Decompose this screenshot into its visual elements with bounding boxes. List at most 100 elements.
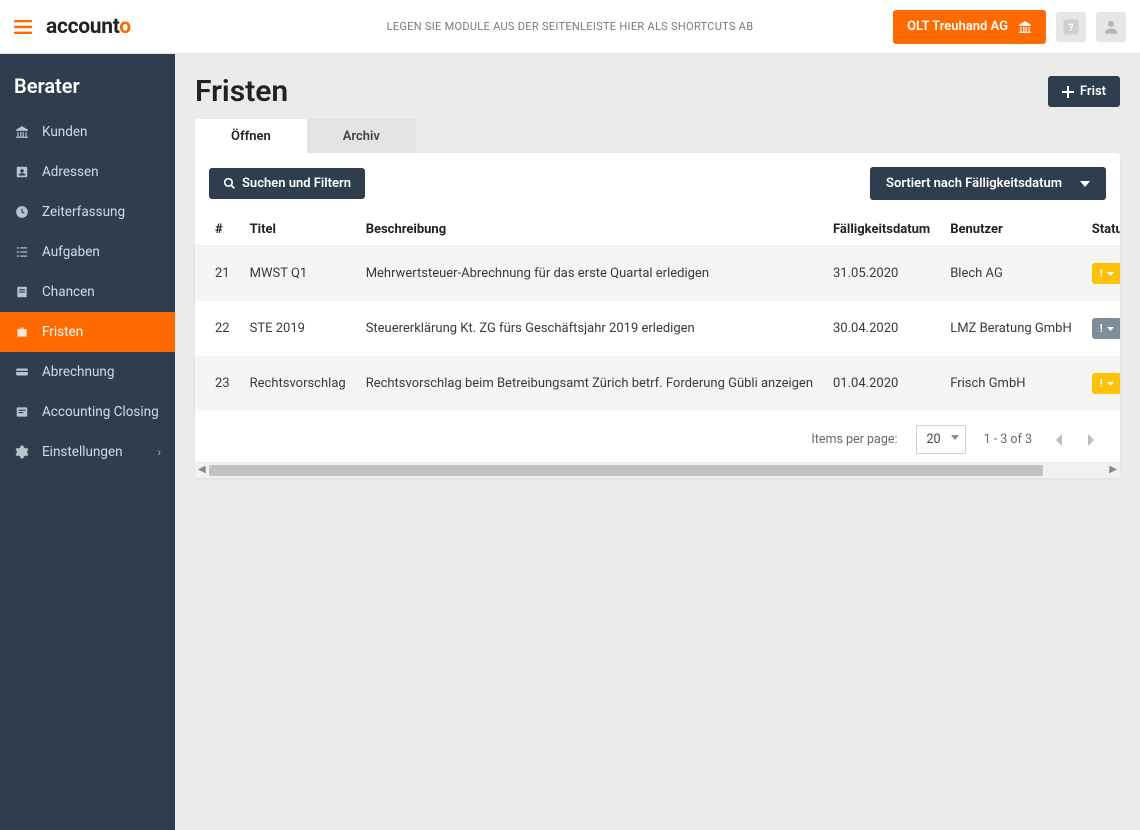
- sidebar-title: Berater: [0, 74, 175, 112]
- cell-due: 30.04.2020: [823, 301, 940, 356]
- cell-user: LMZ Beratung GmbH: [940, 301, 1082, 356]
- col-status: Status: [1082, 214, 1120, 246]
- billing-icon: [14, 365, 30, 379]
- sidebar-item-zeiterfassung[interactable]: Zeiterfassung: [0, 192, 175, 232]
- table-card: Suchen und Filtern Sortiert nach Fälligk…: [195, 153, 1120, 478]
- chevron-down-icon: [951, 435, 959, 440]
- col-user: Benutzer: [940, 214, 1082, 246]
- table-row: 23RechtsvorschlagRechtsvorschlag beim Be…: [195, 356, 1120, 411]
- sidebar: Berater Kunden Adressen Zeiterfassung Aufga…: [0, 54, 175, 830]
- status-dropdown[interactable]: !: [1092, 318, 1120, 339]
- tab-open[interactable]: Öffnen: [195, 119, 307, 153]
- cell-title: STE 2019: [240, 301, 356, 356]
- cell-num: 23: [195, 356, 240, 411]
- sidebar-item-label: Einstellungen: [42, 444, 123, 460]
- col-due: Fälligkeitsdatum: [823, 214, 940, 246]
- briefcase-icon: [14, 325, 30, 339]
- cell-num: 22: [195, 301, 240, 356]
- items-per-page-label: Items per page:: [811, 432, 897, 447]
- add-frist-button[interactable]: Frist: [1048, 76, 1120, 107]
- logo-text: account: [46, 15, 119, 39]
- items-per-page-value: 20: [927, 432, 941, 447]
- sidebar-item-label: Accounting Closing: [42, 404, 159, 420]
- sidebar-item-adressen[interactable]: Adressen: [0, 152, 175, 192]
- tasks-icon: [14, 245, 30, 259]
- shortcut-hint: LEGEN SIE MODULE AUS DER SEITENLEISTE HI…: [387, 20, 754, 33]
- user-menu-button[interactable]: [1096, 12, 1126, 42]
- cell-due: 31.05.2020: [823, 246, 940, 302]
- cell-title: Rechtsvorschlag: [240, 356, 356, 411]
- org-selector-button[interactable]: OLT Treuhand AG: [893, 10, 1046, 44]
- table-row: 22STE 2019Steuererklärung Kt. ZG fürs Ge…: [195, 301, 1120, 356]
- cell-desc: Mehrwertsteuer-Abrechnung für das erste …: [356, 246, 823, 302]
- clock-icon: [14, 205, 30, 219]
- sort-button[interactable]: Sortiert nach Fälligkeitsdatum: [870, 167, 1106, 200]
- cell-num: 21: [195, 246, 240, 302]
- svg-text:?: ?: [1068, 20, 1073, 33]
- toolbar: Suchen und Filtern Sortiert nach Fälligk…: [195, 153, 1120, 214]
- scroll-right-icon[interactable]: ▶: [1109, 464, 1117, 475]
- app-header: accounto LEGEN SIE MODULE AUS DER SEITEN…: [0, 0, 1140, 54]
- main-content: Fristen Frist Öffnen Archiv Suchen und F…: [175, 54, 1140, 830]
- items-per-page-select[interactable]: 20: [916, 425, 966, 454]
- sidebar-item-fristen[interactable]: Fristen: [0, 312, 175, 352]
- org-name: OLT Treuhand AG: [907, 19, 1008, 34]
- chevron-right-icon: ›: [157, 445, 161, 459]
- app-logo: accounto: [46, 15, 131, 39]
- sidebar-item-label: Zeiterfassung: [42, 204, 125, 220]
- hamburger-icon[interactable]: [14, 20, 32, 34]
- help-button[interactable]: ?: [1056, 12, 1086, 42]
- next-page-button[interactable]: [1084, 430, 1100, 450]
- bank-icon: [1018, 20, 1032, 34]
- bank-icon: [14, 125, 30, 139]
- add-frist-label: Frist: [1080, 84, 1106, 99]
- search-icon: [223, 177, 236, 190]
- tab-archive[interactable]: Archiv: [307, 119, 416, 153]
- cell-user: Frisch GmbH: [940, 356, 1082, 411]
- cell-title: MWST Q1: [240, 246, 356, 302]
- sidebar-item-kunden[interactable]: Kunden: [0, 112, 175, 152]
- contact-icon: [14, 165, 30, 179]
- closing-icon: [14, 405, 30, 419]
- col-title: Titel: [240, 214, 356, 246]
- cell-desc: Steuererklärung Kt. ZG fürs Geschäftsjah…: [356, 301, 823, 356]
- status-dropdown[interactable]: !: [1092, 373, 1120, 394]
- search-filter-label: Suchen und Filtern: [242, 176, 351, 191]
- cell-user: Blech AG: [940, 246, 1082, 302]
- plus-icon: [1062, 86, 1074, 98]
- page-range: 1 - 3 of 3: [984, 432, 1032, 447]
- chevron-down-icon: [1080, 181, 1090, 187]
- horizontal-scrollbar[interactable]: ◀ ▶: [195, 462, 1120, 478]
- status-dropdown[interactable]: !: [1092, 263, 1120, 284]
- sidebar-item-label: Adressen: [42, 164, 99, 180]
- cell-desc: Rechtsvorschlag beim Betreibungsamt Züri…: [356, 356, 823, 411]
- sidebar-item-label: Kunden: [42, 124, 87, 140]
- sidebar-item-label: Fristen: [42, 324, 83, 340]
- sort-label: Sortiert nach Fälligkeitsdatum: [886, 176, 1062, 191]
- paginator: Items per page: 20 1 - 3 of 3: [195, 411, 1120, 462]
- tabs: Öffnen Archiv: [195, 119, 1120, 153]
- gear-icon: [14, 445, 30, 459]
- cell-due: 01.04.2020: [823, 356, 940, 411]
- table-row: 21MWST Q1Mehrwertsteuer-Abrechnung für d…: [195, 246, 1120, 302]
- sidebar-item-aufgaben[interactable]: Aufgaben: [0, 232, 175, 272]
- sidebar-item-accounting-closing[interactable]: Accounting Closing: [0, 392, 175, 432]
- prev-page-button[interactable]: [1050, 430, 1066, 450]
- fristen-table: # Titel Beschreibung Fälligkeitsdatum Be…: [195, 214, 1120, 411]
- search-filter-button[interactable]: Suchen und Filtern: [209, 168, 365, 199]
- header-actions: OLT Treuhand AG ?: [893, 10, 1126, 44]
- table-wrapper: # Titel Beschreibung Fälligkeitsdatum Be…: [195, 214, 1120, 411]
- doc-icon: [14, 285, 30, 299]
- page-header: Fristen Frist: [195, 74, 1120, 109]
- col-desc: Beschreibung: [356, 214, 823, 246]
- sidebar-item-label: Chancen: [42, 284, 95, 300]
- sidebar-item-abrechnung[interactable]: Abrechnung: [0, 352, 175, 392]
- sidebar-item-label: Aufgaben: [42, 244, 100, 260]
- col-num: #: [195, 214, 240, 246]
- logo-accent: o: [119, 15, 131, 39]
- sidebar-item-label: Abrechnung: [42, 364, 114, 380]
- sidebar-item-einstellungen[interactable]: Einstellungen ›: [0, 432, 175, 472]
- scroll-left-icon[interactable]: ◀: [198, 464, 206, 475]
- scroll-thumb[interactable]: [209, 465, 1043, 476]
- sidebar-item-chancen[interactable]: Chancen: [0, 272, 175, 312]
